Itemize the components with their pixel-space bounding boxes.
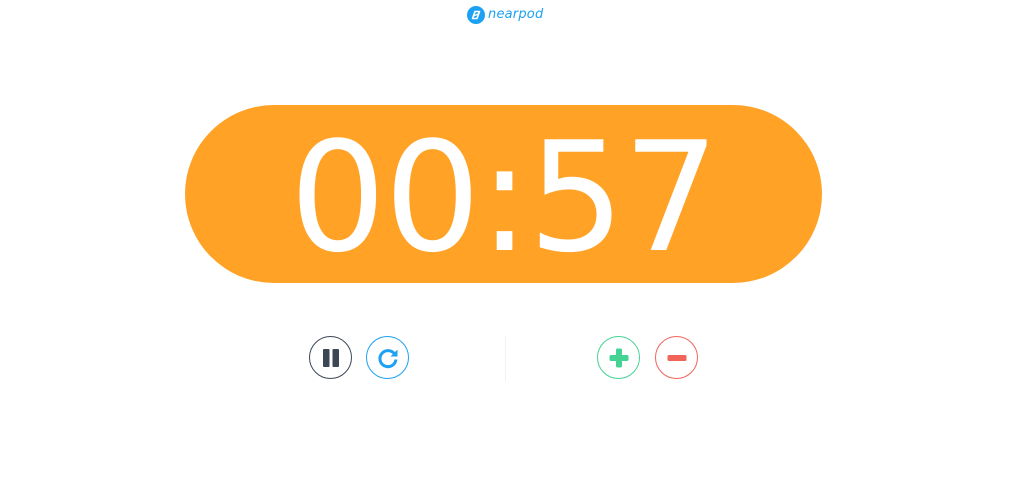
nearpod-logo-text: nearpod	[488, 7, 544, 22]
nearpod-logo-icon	[467, 6, 485, 24]
minus-icon	[667, 354, 686, 361]
pause-button[interactable]	[309, 336, 352, 379]
pause-icon	[322, 348, 339, 367]
nearpod-logo: nearpod	[467, 5, 543, 25]
restart-icon	[377, 348, 397, 368]
subtract-time-button[interactable]	[655, 336, 698, 379]
timer-page: nearpod 00:57	[0, 0, 1024, 497]
controls-divider	[505, 336, 506, 381]
plus-icon	[609, 348, 628, 367]
timer-display: 00:57	[185, 105, 822, 283]
restart-button[interactable]	[366, 336, 409, 379]
timer-countdown: 00:57	[289, 109, 719, 286]
add-time-button[interactable]	[597, 336, 640, 379]
